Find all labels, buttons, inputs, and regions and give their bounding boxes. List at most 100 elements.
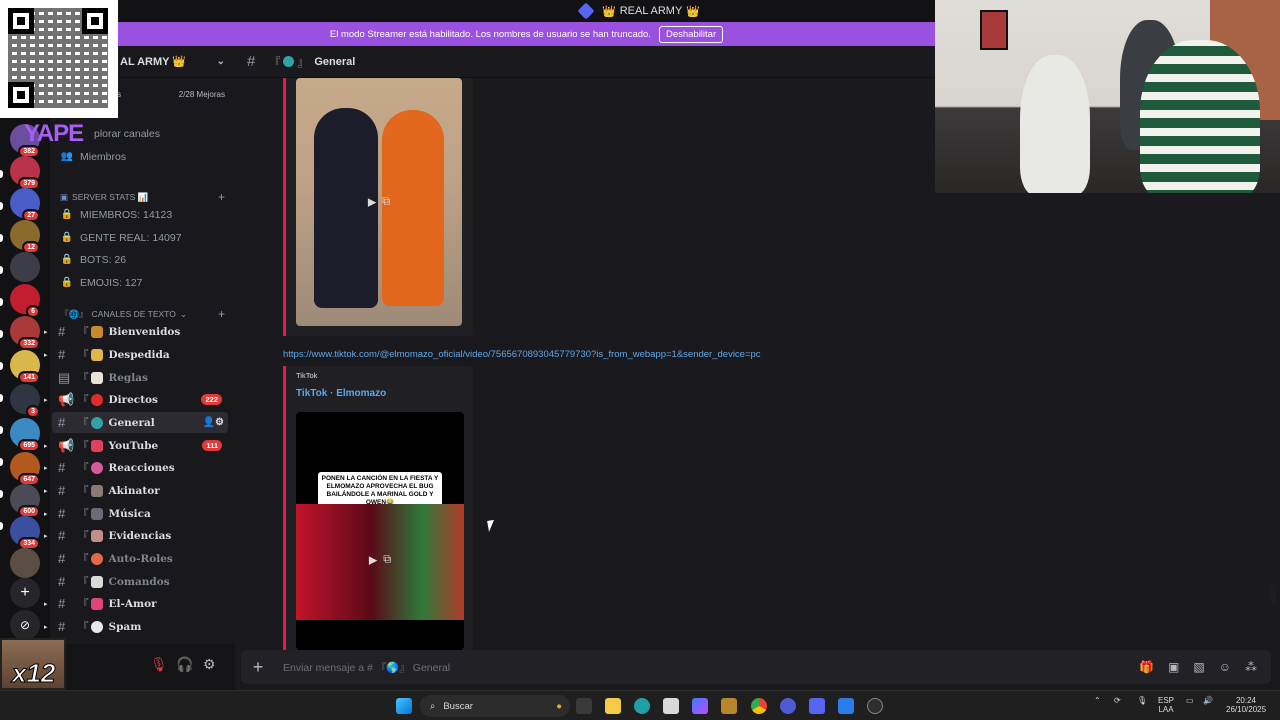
sticker-icon[interactable]: ▧ [1193,660,1204,674]
server-icon[interactable]: 334 [10,516,40,550]
chat-scrollbar[interactable] [1271,584,1276,604]
members-item[interactable]: 👥 Miembros [56,146,228,167]
channel-auto-roles[interactable]: # 『 Auto-Roles [52,548,228,569]
lock-icon: 🔒 [60,254,74,265]
boost-count: 2/28 Mejoras [178,90,225,99]
invite-icon[interactable]: 👤⚙ [203,417,224,428]
server-icon[interactable]: 647 [10,452,40,486]
server-icon[interactable]: 695 [10,418,40,452]
channel-reacciones[interactable]: ▸ # 『 Reacciones [44,457,228,478]
channel-evidencias[interactable]: ▸ # 『 Evidencias [44,525,228,546]
message-link[interactable]: https://www.tiktok.com/@elmomazo_oficial… [283,349,761,360]
channel-akinator[interactable]: ▸ # 『 Akinator [44,480,228,501]
channel-general[interactable]: # 『 General 👤⚙ [52,412,228,433]
stat-channel[interactable]: 🔒 MIEMBROS: 14123 [56,204,228,225]
message-composer[interactable]: + Enviar mensaje a # 『🌎』 General 🎁 ▣ ▧ ☺… [241,650,1271,684]
volume-icon[interactable]: 🔊 [1203,696,1213,706]
unread-pip [0,522,3,530]
headphones-muted-icon[interactable]: 🎧 [176,656,193,673]
mic-muted-icon[interactable]: 🎙 [150,656,168,673]
discord-icon[interactable] [809,698,825,714]
message-input[interactable]: Enviar mensaje a # 『🌎』 General [283,660,450,675]
video-thumbnail[interactable]: ▶ ⧉ [296,78,462,326]
app-icon[interactable] [780,698,796,714]
unread-arrow-icon: ▸ [44,395,48,404]
channel-reglas[interactable]: ▤ 『 Reglas [52,367,228,388]
hash-icon: # [58,347,66,362]
copilot-icon[interactable] [692,698,708,714]
channel-comandos[interactable]: # 『 Comandos [52,571,228,592]
bracket-icon: 『 [78,485,89,497]
tray-app-icon[interactable]: ⟳ [1114,696,1121,706]
microphone-icon[interactable]: 🎙 [1137,696,1147,706]
task-view-icon[interactable] [576,698,592,714]
search-highlight-icon: ● [556,700,562,712]
server-icon[interactable]: 600 [10,484,40,518]
channel-el-amor[interactable]: ▸ # 『 El-Amor [44,593,228,614]
category-text-channels[interactable]: 『🌐』 CANALES DE TEXTO ⌄ + [60,307,225,321]
bracket-icon: 『 [78,462,89,474]
disable-streamer-button[interactable]: Deshabilitar [658,25,724,43]
channel-directos[interactable]: ▸ 📢 『 Directos 222 [44,389,228,410]
edge-icon[interactable] [634,698,650,714]
discover-icon[interactable]: ⊘ [10,610,40,640]
app-icon[interactable] [838,698,854,714]
emoji-icon[interactable]: ☺ [1219,660,1231,674]
add-channel-icon[interactable]: + [218,307,225,321]
unread-arrow-icon: ▸ [44,350,48,359]
network-icon[interactable]: ▭ [1186,696,1194,706]
app-icon[interactable] [721,698,737,714]
server-icon[interactable]: 379 [10,156,40,190]
gift-icon[interactable]: 🎁 [1139,660,1154,674]
server-icon[interactable]: 141 [10,350,40,384]
windows-start-icon[interactable] [396,698,412,714]
server-badge: 141 [18,371,40,384]
settings-gear-icon[interactable]: ⚙ [203,656,216,673]
category-server-stats[interactable]: ▣ SERVER STATS 📊 + [60,190,225,204]
embed-author[interactable]: TikTok · Elmomazo [296,388,386,399]
play-icon[interactable]: ▶ ⧉ [369,553,391,566]
add-attachment-icon[interactable]: + [241,657,275,678]
server-icon[interactable] [10,252,40,282]
chrome-icon[interactable] [751,698,767,714]
channel-bienvenidos[interactable]: ▸ # 『 Bienvenidos [44,321,228,342]
add-channel-icon[interactable]: + [218,190,225,204]
stat-label: BOTS: 26 [80,253,127,266]
boost-progress[interactable]: ras 2/28 Mejoras [110,90,225,99]
unread-pip [0,330,3,338]
apps-icon[interactable]: ⁂ [1245,660,1257,674]
server-icon[interactable]: 6 [10,284,40,318]
clock[interactable]: 20:24 26/10/2025 [1226,696,1267,715]
obs-icon[interactable] [867,698,883,714]
server-icon[interactable]: 12 [10,220,40,254]
server-icon[interactable]: 3 [10,384,40,418]
add-server-icon[interactable]: + [10,578,40,608]
channel-musica[interactable]: ▸ # 『 Música [44,503,228,524]
play-icon[interactable]: ▶ ⧉ [368,196,390,209]
channel-emoji-icon [90,461,103,474]
gif-icon[interactable]: ▣ [1168,660,1179,674]
channel-emoji-icon [90,325,103,338]
channel-emoji-icon [90,416,103,429]
file-explorer-icon[interactable] [605,698,621,714]
clock-date: 26/10/2025 [1226,704,1267,714]
app-icon[interactable] [663,698,679,714]
server-icon[interactable] [10,548,40,578]
channel-youtube[interactable]: ▸ 📢 『 YouTube 111 [44,435,228,456]
server-badge: 332 [18,337,40,350]
channel-title: General [314,55,356,68]
channel-despedida[interactable]: ▸ # 『 Despedida [44,344,228,365]
unread-pip [0,298,3,306]
stat-channel[interactable]: 🔒 BOTS: 26 [56,249,228,270]
taskbar-search[interactable]: ⌕ Buscar ● [420,695,570,717]
tray-overflow-icon[interactable]: ⌃ [1094,696,1101,706]
stat-channel[interactable]: 🔒 EMOJIS: 127 [56,272,228,293]
video-thumbnail[interactable]: PONEN LA CANCIÓN EN LA FIESTA Y ELMOMAZO… [296,412,464,650]
mouse-cursor-icon [487,519,500,532]
language-indicator[interactable]: ESP LAA [1158,696,1174,715]
server-icon[interactable]: 332 [10,316,40,350]
server-icon[interactable]: 27 [10,188,40,222]
stat-channel[interactable]: 🔒 GENTE REAL: 14097 [56,227,228,248]
channel-spam[interactable]: ▸ # 『 Spam [44,616,228,637]
channel-label: Directos [108,393,158,406]
